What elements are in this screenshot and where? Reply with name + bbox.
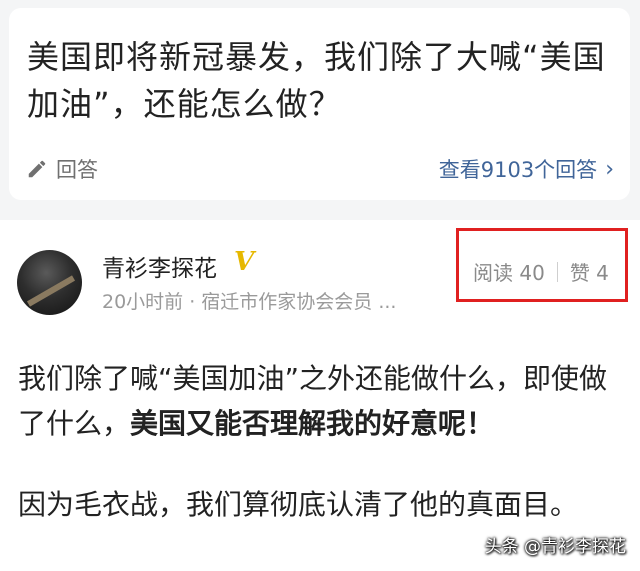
read-count: 阅读 40 bbox=[473, 261, 545, 285]
answer-paragraph-1: 我们除了喊“美国加油”之外还能做什么，即使做了什么，美国又能否理解我的好意呢！ bbox=[18, 356, 624, 446]
pencil-icon bbox=[28, 160, 46, 178]
question-card: 美国即将新冠暴发，我们除了大喊“美国加油”，还能怎么做？ 回答 查看9103个回… bbox=[9, 8, 630, 200]
view-answers-link[interactable]: 查看9103个回答 › bbox=[439, 152, 614, 186]
watermark: 头条 @青衫李探花 bbox=[484, 537, 626, 557]
stats-highlight-box: 阅读 40 赞 4 bbox=[456, 228, 628, 302]
answer-paragraph-2: 因为毛衣战，我们算彻底认清了他的真面目。 bbox=[18, 488, 579, 521]
answer-label: 回答 bbox=[56, 158, 98, 182]
view-answers-label: 查看9103个回答 bbox=[438, 158, 598, 182]
chevron-right-icon: › bbox=[605, 156, 614, 182]
stats: 阅读 40 赞 4 bbox=[473, 257, 609, 286]
answer-area: 青衫李探花 V 20小时前 · 宿迁市作家协会会员 ... 阅读 40 赞 4 … bbox=[0, 220, 640, 571]
paragraph-1-bold: 美国又能否理解我的好意呢！ bbox=[130, 407, 495, 440]
verified-badge-icon: V bbox=[234, 247, 255, 277]
stats-divider bbox=[556, 261, 558, 282]
answer-button[interactable]: 回答 bbox=[26, 152, 98, 186]
author-name[interactable]: 青衫李探花 bbox=[102, 249, 217, 283]
author-meta: 20小时前 · 宿迁市作家协会会员 ... bbox=[102, 291, 397, 313]
question-title[interactable]: 美国即将新冠暴发，我们除了大喊“美国加油”，还能怎么做？ bbox=[27, 34, 617, 128]
like-count[interactable]: 赞 4 bbox=[570, 257, 609, 286]
avatar[interactable] bbox=[17, 250, 82, 315]
